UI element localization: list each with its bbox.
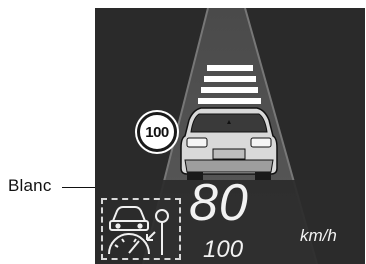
speed-limit-sign: 100 [137,112,177,152]
speed-unit: km/h [300,226,337,245]
speed-limit-sign-value: 100 [145,123,169,141]
head-up-display: 100 80 100 km/h [95,8,365,264]
callout-label: Blanc [8,176,52,195]
lead-vehicle-icon [180,107,278,180]
assist-icon-frame [101,198,181,260]
set-speed: 100 [203,236,244,263]
current-speed: 80 [189,174,249,232]
